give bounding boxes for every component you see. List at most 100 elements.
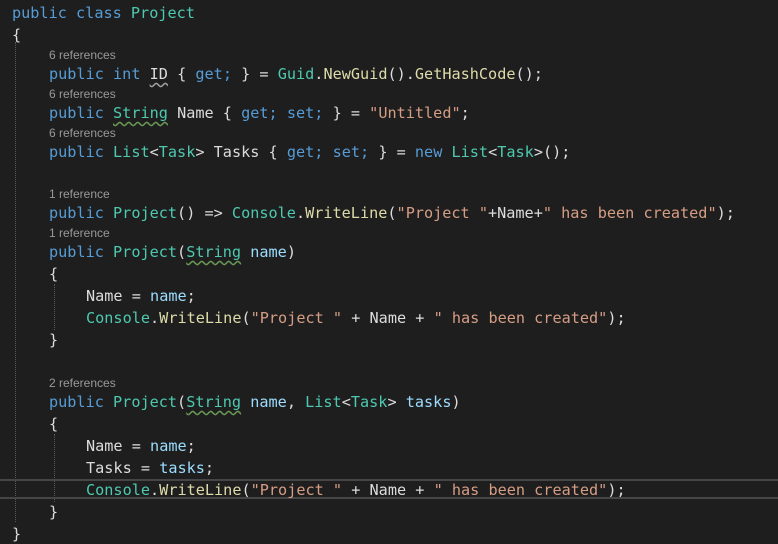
operator-plus: + bbox=[351, 309, 361, 327]
accessor-get: get; bbox=[241, 104, 278, 122]
accessor-get: get; bbox=[195, 65, 232, 83]
string-literal: " has been created" bbox=[433, 309, 608, 327]
string-literal: "Project " bbox=[250, 309, 343, 327]
keyword-public: public bbox=[49, 204, 104, 222]
property-name-id: ID bbox=[149, 65, 168, 83]
keyword-int: int bbox=[113, 65, 141, 83]
type-string: String bbox=[186, 243, 242, 261]
dot: . bbox=[295, 204, 306, 222]
keyword-class: class bbox=[76, 4, 122, 22]
operator-plus: + bbox=[351, 481, 361, 499]
string-literal: " has been created" bbox=[433, 481, 608, 499]
identifier-name: Name bbox=[369, 309, 407, 327]
code-line-class-close-brace[interactable]: } bbox=[12, 524, 21, 544]
code-line-ctor3-assign-name[interactable]: Name = name; bbox=[86, 436, 196, 456]
paren: ); bbox=[607, 309, 626, 327]
brace: } bbox=[49, 503, 59, 521]
paren: ) bbox=[286, 243, 296, 261]
brace: { bbox=[49, 415, 59, 433]
parameter-tasks: tasks bbox=[405, 393, 452, 411]
code-editor[interactable]: public class Project { 6 references publ… bbox=[0, 0, 778, 544]
parameter-name: name bbox=[250, 393, 287, 411]
angle-close: > bbox=[387, 393, 397, 411]
semicolon: ; bbox=[204, 459, 215, 477]
operator-equals: = bbox=[131, 437, 141, 455]
type-guid: Guid bbox=[277, 65, 315, 83]
string-literal: "Project " bbox=[396, 204, 488, 222]
accessor-get: get; bbox=[286, 143, 324, 161]
code-line-ctor3-close-brace[interactable]: } bbox=[49, 502, 58, 522]
code-line-ctor-default[interactable]: public Project() => Console.WriteLine("P… bbox=[49, 203, 735, 223]
code-line-open-brace[interactable]: { bbox=[12, 25, 21, 45]
parens: (); bbox=[515, 65, 543, 83]
type-task: Task bbox=[158, 143, 196, 161]
brace: } = bbox=[241, 65, 269, 83]
paren: ( bbox=[241, 309, 251, 327]
code-line-ctor3-open-brace[interactable]: { bbox=[49, 414, 58, 434]
parens: (); bbox=[542, 143, 571, 161]
paren: ( bbox=[177, 393, 187, 411]
ctor-name: Project bbox=[113, 204, 178, 222]
paren: ); bbox=[716, 204, 735, 222]
assign-target: Tasks bbox=[86, 459, 132, 477]
string-literal: " has been created" bbox=[542, 204, 717, 222]
brace: { bbox=[12, 26, 22, 44]
code-line-class-declaration[interactable]: public class Project bbox=[12, 3, 195, 23]
paren: ( bbox=[177, 243, 187, 261]
angle-open: < bbox=[488, 143, 498, 161]
code-line-ctor-name-tasks[interactable]: public Project(String name, List<Task> t… bbox=[49, 392, 461, 412]
code-line-ctor2-open-brace[interactable]: { bbox=[49, 264, 58, 284]
method-gethashcode: GetHashCode bbox=[414, 65, 516, 83]
semicolon: ; bbox=[460, 104, 470, 122]
keyword-new: new bbox=[414, 143, 443, 161]
codelens-references-id[interactable]: 6 references bbox=[49, 48, 116, 62]
property-name-name: Name bbox=[177, 104, 214, 122]
comma: , bbox=[286, 393, 296, 411]
codelens-references-tasks[interactable]: 6 references bbox=[49, 126, 116, 140]
ctor-name: Project bbox=[113, 393, 178, 411]
brace: { bbox=[222, 104, 232, 122]
parens: (). bbox=[387, 65, 415, 83]
identifier-name: Name bbox=[369, 481, 407, 499]
type-string: String bbox=[186, 393, 242, 411]
string-literal: "Untitled" bbox=[369, 104, 461, 122]
code-line-ctor3-assign-tasks[interactable]: Tasks = tasks; bbox=[86, 458, 214, 478]
code-line-ctor2-assign-name[interactable]: Name = name; bbox=[86, 286, 196, 306]
paren: ( bbox=[241, 481, 251, 499]
code-line-name-property[interactable]: public String Name { get; set; } = "Unti… bbox=[49, 103, 470, 123]
assign-target: Name bbox=[86, 437, 123, 455]
dot: . bbox=[150, 481, 160, 499]
keyword-public: public bbox=[49, 65, 104, 83]
operator-plus: + bbox=[415, 481, 425, 499]
keyword-public: public bbox=[12, 4, 67, 22]
paren: ( bbox=[387, 204, 397, 222]
brace: { bbox=[177, 65, 187, 83]
code-line-ctor2-close-brace[interactable]: } bbox=[49, 330, 58, 350]
brace: } = bbox=[332, 104, 361, 122]
string-literal: "Project " bbox=[250, 481, 343, 499]
method-writeline: WriteLine bbox=[159, 481, 242, 499]
assign-value: name bbox=[150, 437, 187, 455]
method-newguid: NewGuid bbox=[323, 65, 388, 83]
code-line-ctor-name[interactable]: public Project(String name) bbox=[49, 242, 296, 262]
method-writeline: WriteLine bbox=[305, 204, 388, 222]
codelens-references-name[interactable]: 6 references bbox=[49, 87, 116, 101]
brace: } bbox=[12, 525, 22, 543]
indent-guide-ctor2 bbox=[54, 284, 55, 330]
keyword-public: public bbox=[49, 243, 104, 261]
angle-open: < bbox=[341, 393, 351, 411]
code-line-ctor2-writeline[interactable]: Console.WriteLine("Project " + Name + " … bbox=[86, 308, 626, 328]
semicolon: ; bbox=[186, 287, 196, 305]
codelens-references-ctor3[interactable]: 2 references bbox=[49, 376, 116, 390]
codelens-references-ctor2[interactable]: 1 reference bbox=[49, 226, 110, 240]
accessor-set: set; bbox=[286, 104, 324, 122]
code-line-id-property[interactable]: public int ID { get; } = Guid.NewGuid().… bbox=[49, 64, 543, 84]
code-line-ctor3-writeline[interactable]: Console.WriteLine("Project " + Name + " … bbox=[86, 480, 626, 500]
code-line-tasks-property[interactable]: public List<Task> Tasks { get; set; } = … bbox=[49, 142, 570, 162]
codelens-references-ctor1[interactable]: 1 reference bbox=[49, 187, 110, 201]
type-task: Task bbox=[497, 143, 534, 161]
type-task: Task bbox=[350, 393, 388, 411]
brace: } bbox=[49, 331, 59, 349]
parameter-name: name bbox=[250, 243, 287, 261]
angle-close: > bbox=[195, 143, 205, 161]
